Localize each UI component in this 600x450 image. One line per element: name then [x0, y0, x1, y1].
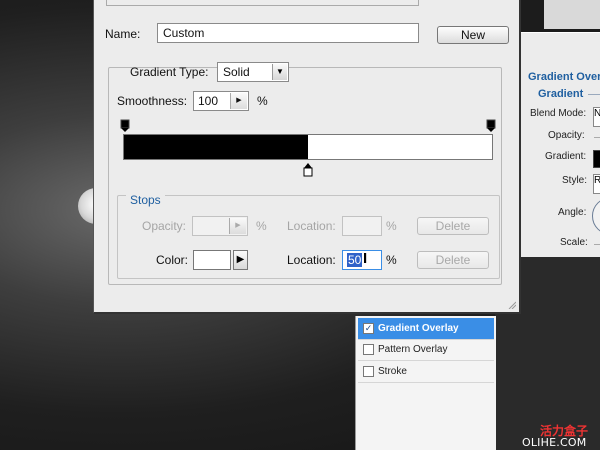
- stop-color-swatch[interactable]: [193, 250, 231, 270]
- opacity-stop-right[interactable]: [486, 119, 496, 133]
- gradient-label: Gradient:: [545, 151, 587, 162]
- layer-style-title: Gradient Overl: [528, 71, 600, 83]
- new-button[interactable]: New: [437, 26, 509, 44]
- smoothness-unit: %: [257, 94, 268, 108]
- color-location-label: Location:: [287, 253, 336, 267]
- styles-list: ✓ Gradient Overlay Pattern Overlay Strok…: [355, 316, 496, 450]
- checkbox-pattern-overlay[interactable]: [363, 344, 374, 355]
- smoothness-label: Smoothness:: [117, 94, 188, 108]
- gradient-preview-swatch[interactable]: [593, 150, 600, 168]
- stepper-arrow-icon[interactable]: ▶: [230, 93, 247, 109]
- watermark-url: OLIHE.COM: [522, 436, 587, 449]
- style-item-gradient-overlay[interactable]: ✓ Gradient Overlay: [358, 318, 494, 340]
- checkbox-stroke[interactable]: [363, 366, 374, 377]
- opacity-location-input: [342, 216, 382, 236]
- color-location-input[interactable]: 50: [342, 250, 382, 270]
- opacity-stop-left[interactable]: [120, 119, 130, 133]
- chevron-down-icon: ▼: [272, 64, 287, 80]
- layer-style-subtitle: Gradient: [538, 88, 584, 100]
- opacity-label: Opacity:: [548, 130, 585, 141]
- style-item-pattern-overlay[interactable]: Pattern Overlay: [358, 339, 494, 361]
- color-label: Color:: [156, 253, 189, 267]
- opacity-location-unit: %: [386, 219, 397, 233]
- opacity-delete-button: Delete: [417, 217, 489, 235]
- angle-label: Angle:: [558, 207, 587, 218]
- gradient-editor-dialog: Name: Custom New Gradient Type: Solid ▼ …: [93, 0, 521, 314]
- opacity-input: ▶: [192, 216, 248, 236]
- name-label: Name:: [105, 27, 141, 41]
- color-location-unit: %: [386, 253, 397, 267]
- gradient-black-segment: [124, 135, 308, 159]
- checkbox-gradient-overlay[interactable]: ✓: [363, 323, 374, 334]
- blend-mode-label: Blend Mode:: [530, 108, 587, 119]
- stops-title: Stops: [126, 193, 165, 207]
- gradient-type-label: Gradient Type:: [130, 65, 209, 79]
- stepper-arrow-icon: ▶: [229, 218, 246, 234]
- gradient-type-select[interactable]: Solid ▼: [217, 62, 289, 82]
- style-select[interactable]: R: [593, 174, 600, 194]
- blend-mode-select[interactable]: N: [593, 107, 600, 127]
- gradient-white-segment: [308, 135, 492, 159]
- angle-dial[interactable]: [592, 197, 600, 235]
- text-cursor-icon: I: [363, 250, 368, 267]
- layer-style-panel: Gradient Overl Gradient Blend Mode: N Op…: [520, 32, 600, 258]
- style-label: Style:: [562, 175, 588, 186]
- color-delete-button: Delete: [417, 251, 489, 269]
- opacity-unit: %: [256, 219, 267, 233]
- style-item-stroke[interactable]: Stroke: [358, 361, 494, 383]
- name-input[interactable]: Custom: [157, 23, 419, 43]
- presets-box: [106, 0, 419, 6]
- layer-style-top-strip: [520, 0, 600, 32]
- opacity-location-label: Location:: [287, 219, 336, 233]
- color-menu-arrow-icon[interactable]: ▶: [233, 250, 248, 270]
- smoothness-input[interactable]: 100 ▶: [193, 91, 249, 111]
- opacity-label: Opacity:: [142, 219, 187, 233]
- color-stop-marker[interactable]: [303, 163, 313, 177]
- gradient-preview-bar[interactable]: [123, 134, 493, 160]
- resize-grip-icon[interactable]: [508, 301, 516, 309]
- scale-label: Scale:: [560, 237, 588, 248]
